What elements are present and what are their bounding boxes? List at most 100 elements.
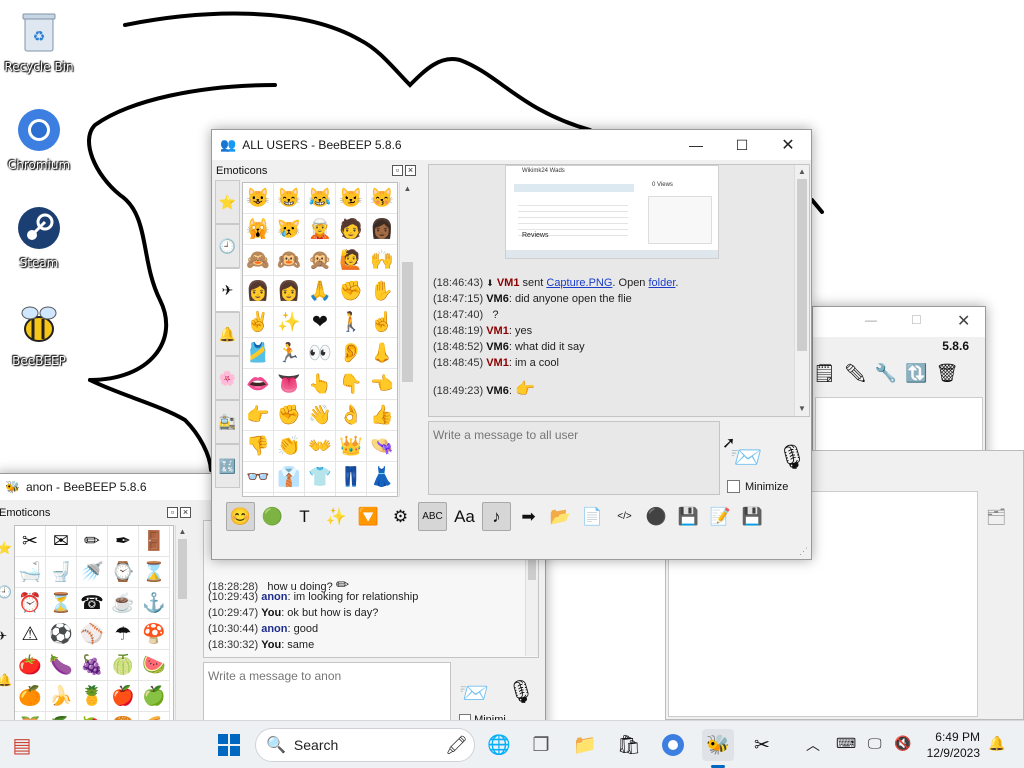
emoji-cell[interactable]: 👒 bbox=[367, 431, 397, 462]
emoji-cell[interactable]: ☂ bbox=[108, 619, 139, 650]
tab-favorites[interactable]: ⭐ bbox=[0, 526, 12, 570]
emoji-cell[interactable]: 🙌 bbox=[367, 245, 397, 276]
emoji-cell[interactable]: 🍈 bbox=[108, 650, 139, 681]
emoji-cell[interactable]: ⏳ bbox=[46, 588, 77, 619]
trash-icon[interactable]: 🗑 bbox=[936, 363, 967, 383]
toolbar-button[interactable]: ♪ bbox=[482, 502, 511, 531]
taskbar-clock[interactable]: 6:49 PM 12/9/2023 bbox=[927, 729, 980, 761]
emoji-cell[interactable]: 👂 bbox=[336, 338, 367, 369]
volume-muted-icon[interactable]: 🔇 bbox=[894, 735, 911, 752]
emoji-cell[interactable]: 👩 bbox=[274, 276, 305, 307]
scroll-thumb[interactable] bbox=[402, 262, 413, 382]
close-icon[interactable]: ✕ bbox=[957, 311, 970, 331]
emoji-cell[interactable]: ✋ bbox=[367, 276, 397, 307]
emoji-cell[interactable]: 🚶 bbox=[336, 307, 367, 338]
emoji-cell[interactable]: 👅 bbox=[274, 369, 305, 400]
emoji-cell[interactable]: ✂ bbox=[15, 526, 46, 557]
emoji-category-tab[interactable]: 🕘 bbox=[215, 224, 240, 268]
toolbar-button[interactable]: ABC bbox=[418, 502, 447, 531]
tray-chevron-icon[interactable]: ︿ bbox=[806, 735, 820, 755]
scroll-down-arrow[interactable]: ▼ bbox=[795, 402, 809, 416]
emoji-cell[interactable]: 🙀 bbox=[243, 214, 274, 245]
toolbar-button[interactable]: Aa bbox=[450, 502, 479, 531]
emoji-cell[interactable]: 🚽 bbox=[46, 557, 77, 588]
emoji-cell[interactable]: ⌚ bbox=[108, 557, 139, 588]
emoji-cell[interactable]: ⚠ bbox=[15, 619, 46, 650]
beebeep-taskbar-icon[interactable]: 🐝 bbox=[702, 729, 734, 761]
resize-grip[interactable]: ⋰ bbox=[799, 546, 808, 557]
emoji-cell[interactable]: 🎽 bbox=[243, 338, 274, 369]
close-panel-icon[interactable]: × bbox=[180, 507, 191, 518]
emoji-cell[interactable]: ☎ bbox=[77, 588, 108, 619]
emoji-cell[interactable]: 👇 bbox=[336, 369, 367, 400]
emoji-cell[interactable]: ☕ bbox=[108, 588, 139, 619]
undock-icon[interactable]: ▫ bbox=[392, 165, 403, 176]
emoji-cell[interactable]: 👩🏾 bbox=[367, 214, 397, 245]
emoji-cell[interactable]: ⌛ bbox=[139, 557, 170, 588]
main-window-titlebar[interactable]: 👥 ALL USERS - BeeBEEP 5.8.6 — ☐ ✕ bbox=[212, 130, 811, 160]
emoji-cell[interactable]: 🛁 bbox=[15, 557, 46, 588]
emoji-cell[interactable]: 🍏 bbox=[139, 681, 170, 712]
emoji-cell[interactable]: 👩 bbox=[243, 276, 274, 307]
scroll-up-arrow[interactable]: ▲ bbox=[400, 182, 415, 196]
toolbar-button[interactable]: ✨ bbox=[322, 502, 351, 531]
emoji-cell[interactable]: 🍉 bbox=[139, 650, 170, 681]
emoji-cell[interactable]: 👋 bbox=[305, 400, 336, 431]
emoji-cell[interactable]: 🙊 bbox=[305, 245, 336, 276]
microphone-icon[interactable]: 🎙 bbox=[777, 443, 807, 472]
emoji-cell[interactable]: 🚪 bbox=[139, 526, 170, 557]
emoji-cell[interactable]: 👄 bbox=[243, 369, 274, 400]
emoji-cell[interactable]: ✌ bbox=[243, 307, 274, 338]
emoji-cell[interactable]: ⏰ bbox=[15, 588, 46, 619]
widgets-icon[interactable]: ▤ bbox=[6, 729, 38, 761]
emoji-cell[interactable]: 👙 bbox=[274, 493, 305, 496]
emoji-cell[interactable]: 👚 bbox=[305, 493, 336, 496]
task-view-icon[interactable]: ❐ bbox=[525, 729, 557, 761]
emoji-cell[interactable]: 👘 bbox=[243, 493, 274, 496]
desktop-icon-chromium[interactable]: Chromium bbox=[0, 106, 78, 172]
close-button[interactable]: ✕ bbox=[765, 130, 811, 160]
emoji-cell[interactable]: ☝ bbox=[367, 307, 397, 338]
emoji-cell[interactable]: ✒ bbox=[108, 526, 139, 557]
anon-chat-scrollbar[interactable] bbox=[525, 556, 538, 656]
chat-scrollbar[interactable]: ▲ ▼ bbox=[794, 165, 809, 416]
close-panel-icon[interactable]: × bbox=[405, 165, 416, 176]
pencil-icon[interactable]: ✏ bbox=[844, 363, 875, 383]
microphone-icon[interactable]: 🎙 bbox=[507, 679, 535, 705]
file-explorer-icon[interactable]: 📁 bbox=[569, 729, 601, 761]
emoji-cell[interactable]: ⚓ bbox=[139, 588, 170, 619]
folder-link[interactable]: folder bbox=[649, 277, 676, 289]
emoji-cell[interactable]: 👌 bbox=[336, 400, 367, 431]
toolbar-button[interactable]: ⚙ bbox=[386, 502, 415, 531]
emoji-cell[interactable]: 👍 bbox=[367, 400, 397, 431]
network-icon[interactable]: 🖵 bbox=[868, 735, 882, 752]
keyboard-icon[interactable]: ⌨ bbox=[836, 735, 856, 752]
emoji-cell[interactable]: 👑 bbox=[336, 431, 367, 462]
emoji-cell[interactable]: 🍄 bbox=[139, 619, 170, 650]
toolbar-button[interactable]: 📝 bbox=[706, 502, 735, 531]
anon-emoji-scrollbar[interactable]: ▲ bbox=[175, 525, 189, 723]
emoji-cell[interactable]: ❤ bbox=[305, 307, 336, 338]
scroll-up-arrow[interactable]: ▲ bbox=[176, 525, 189, 539]
notification-bell-icon[interactable]: 🔔 bbox=[988, 735, 1005, 752]
toolbar-button[interactable]: 📂 bbox=[546, 502, 575, 531]
emoji-cell[interactable]: ⚾ bbox=[77, 619, 108, 650]
emoji-cell[interactable]: 🚿 bbox=[77, 557, 108, 588]
taskbar-search-box[interactable]: 🔍 Search 🖍 bbox=[255, 728, 475, 762]
emoji-cell[interactable]: 👓 bbox=[243, 462, 274, 493]
emoji-cell[interactable]: 😸 bbox=[274, 183, 305, 214]
minimize-checkbox[interactable]: Minimize bbox=[727, 480, 788, 493]
emoji-category-tab[interactable]: ⭐ bbox=[215, 180, 240, 224]
desktop-icon-beebeep[interactable]: BeeBEEP bbox=[0, 302, 78, 368]
edge-icon[interactable]: 🌐 bbox=[483, 729, 515, 761]
emoji-cell[interactable]: 🍆 bbox=[46, 650, 77, 681]
scroll-up-arrow[interactable]: ▲ bbox=[795, 165, 809, 179]
send-icon[interactable]: 📨 bbox=[459, 679, 489, 708]
emoji-cell[interactable]: 😽 bbox=[367, 183, 397, 214]
tab-objects[interactable]: 🔔 bbox=[0, 658, 12, 702]
toolbar-button[interactable]: ➡ bbox=[514, 502, 543, 531]
emoji-category-tab[interactable]: 🌸 bbox=[215, 356, 240, 400]
emoji-cell[interactable]: 🍌 bbox=[46, 681, 77, 712]
desktop-icon-steam[interactable]: Steam bbox=[0, 204, 78, 270]
toolbar-button[interactable]: T bbox=[290, 502, 319, 531]
